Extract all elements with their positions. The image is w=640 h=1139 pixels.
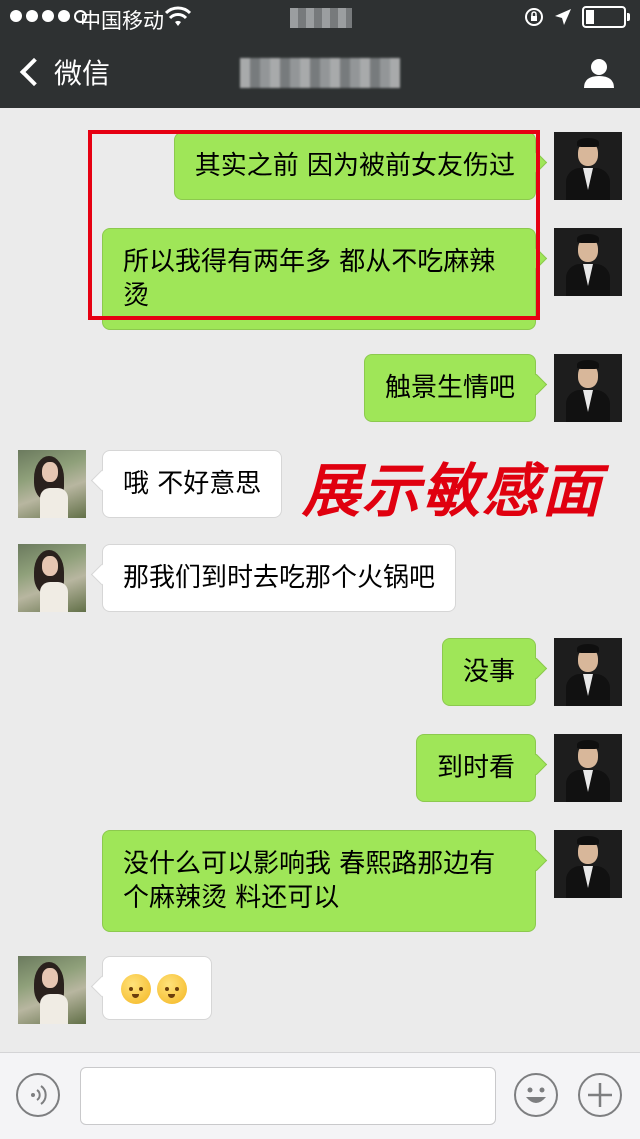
message-text: 到时看 xyxy=(436,753,515,783)
back-button[interactable]: 微信 xyxy=(16,52,110,92)
message-bubble-sent[interactable]: 没什么可以影响我 春熙路那边有个麻辣烫 料还可以 xyxy=(102,830,536,932)
message-text: 哦 不好意思 xyxy=(123,469,262,499)
more-button[interactable] xyxy=(578,1073,622,1117)
contact-avatar[interactable] xyxy=(18,956,86,1024)
my-avatar[interactable] xyxy=(554,354,622,422)
chat-area[interactable]: 其实之前 因为被前女友伤过 所以我得有两年多 都从不吃麻辣烫 触景生情吧 哦 不… xyxy=(0,108,640,1052)
my-avatar[interactable] xyxy=(554,734,622,802)
my-avatar[interactable] xyxy=(554,228,622,296)
highlight-box xyxy=(88,130,540,320)
message-text: 触景生情吧 xyxy=(384,373,515,403)
plus-icon xyxy=(588,1083,612,1107)
user-profile-icon[interactable] xyxy=(582,56,616,90)
status-bar: 中国移动 xyxy=(0,0,640,36)
my-avatar[interactable] xyxy=(554,830,622,898)
message-bubble-sent[interactable]: 没事 xyxy=(441,638,536,706)
message-input[interactable] xyxy=(80,1067,496,1125)
voice-button[interactable] xyxy=(16,1073,60,1117)
message-bubble-received[interactable]: 那我们到时去吃那个火锅吧 xyxy=(102,544,457,612)
carrier-name: 中国移动 xyxy=(80,9,164,33)
message-bubble-sent[interactable]: 到时看 xyxy=(415,734,536,802)
emoji-button[interactable] xyxy=(514,1073,558,1117)
message-text: 没什么可以影响我 春熙路那边有个麻辣烫 料还可以 xyxy=(123,849,496,913)
signal-strength-icon xyxy=(10,10,87,23)
rotation-lock-icon xyxy=(525,8,543,26)
contact-avatar[interactable] xyxy=(18,544,86,612)
wifi-icon xyxy=(165,6,191,26)
voice-icon xyxy=(31,1085,47,1105)
chevron-left-icon xyxy=(19,57,49,87)
contact-avatar[interactable] xyxy=(18,450,86,518)
message-text: 那我们到时去吃那个火锅吧 xyxy=(123,563,436,593)
battery-icon xyxy=(582,6,630,28)
top-bar: 中国移动 微信 xyxy=(0,0,640,108)
time-blurred xyxy=(290,8,352,28)
back-label: 微信 xyxy=(54,57,111,90)
message-bubble-received[interactable]: 哦 不好意思 xyxy=(102,450,283,518)
smiley-icon xyxy=(526,1087,546,1103)
chat-title-blurred xyxy=(240,58,400,88)
message-text: 没事 xyxy=(462,657,515,687)
annotation-text: 展示敏感面 xyxy=(302,457,603,525)
location-icon xyxy=(555,9,571,25)
message-bubble-sent[interactable]: 触景生情吧 xyxy=(363,354,536,422)
input-bar xyxy=(0,1052,640,1139)
smile-emoji-icon xyxy=(121,973,151,1004)
my-avatar[interactable] xyxy=(554,132,622,200)
message-bubble-received[interactable] xyxy=(102,956,212,1020)
smile-emoji-icon xyxy=(157,973,187,1004)
my-avatar[interactable] xyxy=(554,638,622,706)
